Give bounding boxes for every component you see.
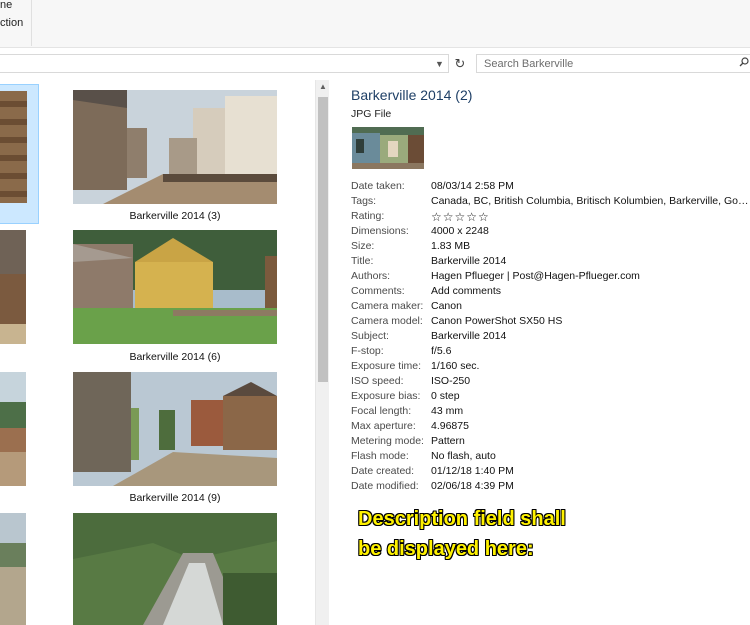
property-value[interactable]: Hagen Pflueger | Post@Hagen-Pflueger.com <box>431 270 749 282</box>
property-row: ISO speed: ISO-250 <box>351 375 750 390</box>
thumbnail-image[interactable] <box>73 513 277 625</box>
property-value: No flash, auto <box>431 450 496 462</box>
property-label: Flash mode: <box>351 450 409 462</box>
property-value: 0 step <box>431 390 460 402</box>
property-value: f/5.6 <box>431 345 452 357</box>
property-value: 4.96875 <box>431 420 469 432</box>
chevron-down-icon[interactable]: ▼ <box>435 59 444 69</box>
details-pane: Barkerville 2014 (2) JPG File Date taken… <box>332 80 750 625</box>
property-row: Camera model: Canon PowerShot SX50 HS <box>351 315 750 330</box>
property-label: Camera maker: <box>351 300 424 312</box>
thumbnail-image[interactable] <box>73 230 277 344</box>
annotation-line-2: be displayed here: <box>358 538 534 560</box>
property-value: 01/12/18 1:40 PM <box>431 465 514 477</box>
partial-thumbnail[interactable] <box>0 513 26 625</box>
property-label: Exposure bias: <box>351 390 421 402</box>
search-box[interactable]: Search Barkerville <box>476 54 750 73</box>
property-label: Camera model: <box>351 315 423 327</box>
selected-thumbnail <box>0 91 27 203</box>
vertical-scrollbar[interactable]: ▲ <box>315 80 329 625</box>
property-row: Focal length: 43 mm <box>351 405 750 420</box>
property-label: F-stop: <box>351 345 384 357</box>
property-row: Flash mode:No flash, auto▾ <box>351 450 750 465</box>
property-row: Exposure bias: 0 step <box>351 390 750 405</box>
property-label: Max aperture: <box>351 420 416 432</box>
property-value[interactable]: Add comments <box>431 285 749 297</box>
property-label: Subject: <box>351 330 389 342</box>
property-row: Date taken: 08/03/14 2:58 PM <box>351 180 750 195</box>
property-label: Authors: <box>351 270 391 282</box>
property-value: 4000 x 2248 <box>431 225 489 237</box>
annotation-line-1: Description field shall <box>358 508 566 530</box>
ribbon-command-top[interactable]: ne <box>0 0 12 11</box>
property-label: Date taken: <box>351 180 405 192</box>
property-value: ISO-250 <box>431 375 471 387</box>
details-thumbnail <box>352 127 424 169</box>
property-row: Max aperture: 4.96875 <box>351 420 750 435</box>
property-value[interactable]: Canada, BC, British Columbia, Britisch K… <box>431 195 749 207</box>
property-row: Date modified: 02/06/18 4:39 PM <box>351 480 750 495</box>
thumbnail-image[interactable] <box>73 372 277 486</box>
thumbnail-caption[interactable]: Barkerville 2014 (3) <box>73 210 277 222</box>
scroll-up-icon[interactable]: ▲ <box>316 82 330 91</box>
partial-thumbnail[interactable] <box>0 230 26 344</box>
property-label: Exposure time: <box>351 360 422 372</box>
refresh-icon[interactable]: ↻ <box>452 54 468 73</box>
property-row: Size: 1.83 MB <box>351 240 750 255</box>
ribbon-separator <box>31 0 32 46</box>
property-value: 02/06/18 4:39 PM <box>431 480 514 492</box>
property-row: Exposure time: 1/160 sec. <box>351 360 750 375</box>
property-value[interactable]: Barkerville 2014 <box>431 255 749 267</box>
property-value: Pattern <box>431 435 465 447</box>
property-value: 43 mm <box>431 405 464 417</box>
ribbon: ne ction <box>0 0 750 48</box>
details-file-type: JPG File <box>351 108 392 120</box>
property-row: Camera maker: Canon <box>351 300 750 315</box>
property-row: Title: Barkerville 2014 <box>351 255 750 270</box>
property-row: Rating: ☆☆☆☆☆ <box>351 210 750 225</box>
property-label: Size: <box>351 240 375 252</box>
property-label: Dimensions: <box>351 225 409 237</box>
property-label: Tags: <box>351 195 377 207</box>
partial-thumbnail[interactable] <box>0 372 26 486</box>
property-value: Canon <box>431 300 462 312</box>
property-row: Authors: Hagen Pflueger | Post@Hagen-Pflu… <box>351 270 750 285</box>
property-value: 1/160 sec. <box>431 360 480 372</box>
property-value: 1.83 MB <box>431 240 471 252</box>
selected-file-tile[interactable] <box>0 84 39 224</box>
property-value: Canon PowerShot SX50 HS <box>431 315 563 327</box>
property-value: 08/03/14 2:58 PM <box>431 180 514 192</box>
rating-stars[interactable]: ☆☆☆☆☆ <box>431 210 749 224</box>
thumbnail-image[interactable] <box>73 90 277 204</box>
property-value[interactable]: Barkerville 2014 <box>431 330 749 342</box>
property-label: Date modified: <box>351 480 419 492</box>
property-row: Date created: 01/12/18 1:40 PM <box>351 465 750 480</box>
property-row: Metering mode:Pattern▾ <box>351 435 750 450</box>
property-row: Subject: Barkerville 2014 <box>351 330 750 345</box>
address-bar[interactable]: ▼ <box>0 54 449 73</box>
property-label: Rating: <box>351 210 385 222</box>
search-icon[interactable] <box>739 57 749 70</box>
property-row: Comments: Add comments <box>351 285 750 300</box>
search-input[interactable]: Search Barkerville <box>484 58 573 70</box>
file-list-pane[interactable]: Barkerville 2014 (3) Barkerville 2014 (6… <box>0 80 315 625</box>
scrollbar-thumb[interactable] <box>318 97 328 382</box>
property-row: Tags: Canada, BC, British Columbia, Briti… <box>351 195 750 210</box>
property-label: Date created: <box>351 465 415 477</box>
ribbon-command-bottom[interactable]: ction <box>0 17 23 29</box>
annotation-callout: Description field shall be displayed her… <box>358 504 566 564</box>
property-label: Title: <box>351 255 374 267</box>
property-label: Focal length: <box>351 405 412 417</box>
details-title: Barkerville 2014 (2) <box>351 87 473 103</box>
property-label: Comments: <box>351 285 405 297</box>
property-row: F-stop: f/5.6 <box>351 345 750 360</box>
property-row: Dimensions: 4000 x 2248 <box>351 225 750 240</box>
property-label: Metering mode: <box>351 435 424 447</box>
thumbnail-caption[interactable]: Barkerville 2014 (6) <box>73 351 277 363</box>
thumbnail-caption[interactable]: Barkerville 2014 (9) <box>73 492 277 504</box>
property-label: ISO speed: <box>351 375 404 387</box>
